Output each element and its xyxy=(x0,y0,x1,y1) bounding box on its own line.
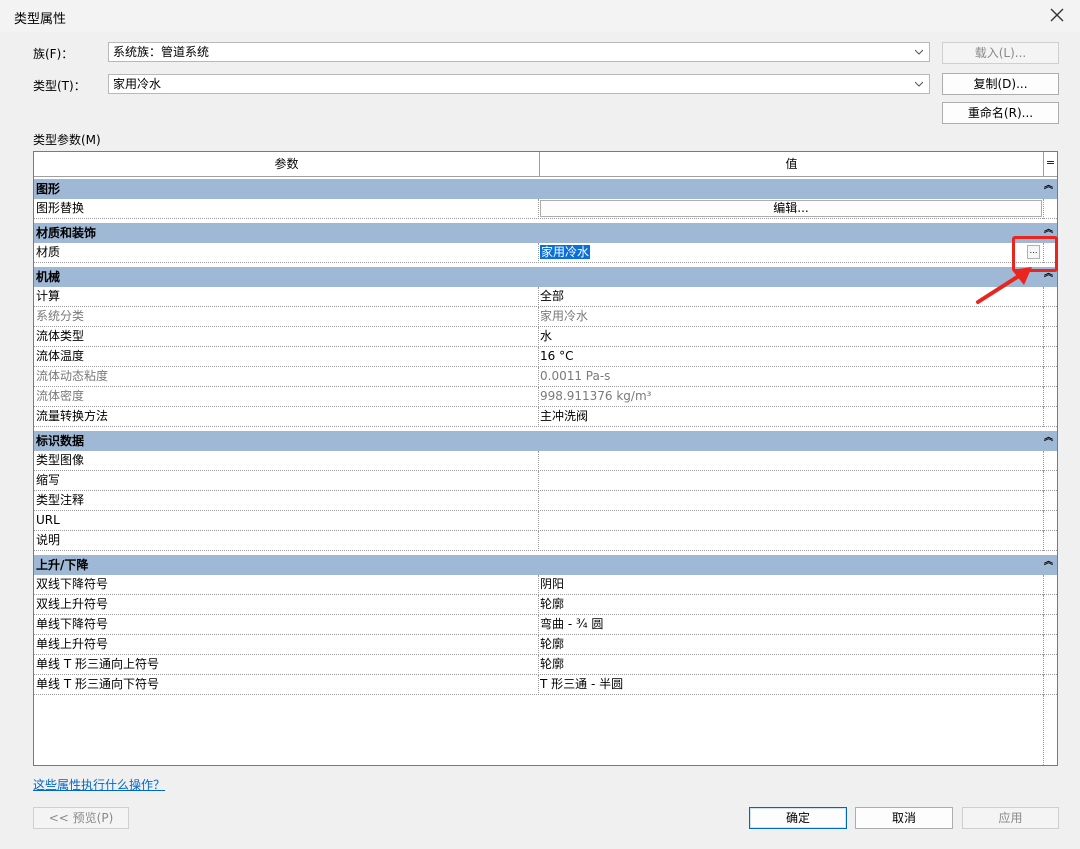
table-row[interactable]: 流量转换方法 主冲洗阀 xyxy=(34,407,1057,427)
apply-button[interactable]: 应用 xyxy=(962,807,1059,829)
param-value[interactable]: 轮廓 xyxy=(540,655,1010,674)
column-header-value[interactable]: 值 xyxy=(540,152,1044,176)
table-row[interactable]: URL xyxy=(34,511,1057,531)
red-arrow-annotation xyxy=(976,267,1032,304)
grid-separator xyxy=(1043,695,1044,765)
table-row[interactable]: 流体类型 水 xyxy=(34,327,1057,347)
group-graphics[interactable]: 图形 ︽ xyxy=(34,179,1057,199)
param-value[interactable]: 全部 xyxy=(540,287,1010,306)
collapse-icon[interactable]: ︽ xyxy=(1044,428,1053,448)
group-title: 图形 xyxy=(36,182,61,196)
group-title: 材质和装饰 xyxy=(36,226,97,240)
group-title: 机械 xyxy=(36,270,61,284)
table-row: 材质 家用冷水 … xyxy=(34,243,1057,263)
param-value: 家用冷水 xyxy=(540,309,589,323)
param-name: 系统分类 xyxy=(36,309,85,323)
edit-button[interactable]: 编辑... xyxy=(540,200,1042,217)
chevron-down-icon xyxy=(915,49,923,55)
param-name: 单线 T 形三通向上符号 xyxy=(36,657,159,671)
close-button[interactable] xyxy=(1046,4,1068,26)
parameter-grid: 参数 值 = 图形 ︽ 图形替换 编辑... 材质和装饰 ︽ 材质 家用冷水 …… xyxy=(33,151,1058,766)
column-header-parameter[interactable]: 参数 xyxy=(34,152,540,176)
family-label: 族(F)： xyxy=(33,47,74,61)
param-name: URL xyxy=(36,513,60,527)
param-value[interactable]: 阴阳 xyxy=(540,575,1010,594)
load-button[interactable]: 载入(L)... xyxy=(942,42,1059,64)
family-value: 系统族：管道系统 xyxy=(113,45,210,59)
type-label: 类型(T)： xyxy=(33,79,86,93)
param-name: 流体动态粘度 xyxy=(36,369,109,383)
table-row[interactable]: 缩写 xyxy=(34,471,1057,491)
param-value[interactable]: 水 xyxy=(540,327,1010,346)
grid-header: 参数 值 = xyxy=(34,152,1057,177)
param-value[interactable]: 轮廓 xyxy=(540,595,1010,614)
param-name: 计算 xyxy=(36,289,61,303)
close-icon xyxy=(1050,8,1064,22)
group-identity-data[interactable]: 标识数据 ︽ xyxy=(34,431,1057,451)
param-name: 类型图像 xyxy=(36,453,85,467)
collapse-icon[interactable]: ︽ xyxy=(1044,552,1053,572)
param-name: 缩写 xyxy=(36,473,61,487)
material-selected-value[interactable]: 家用冷水 xyxy=(540,245,591,259)
param-value[interactable]: 主冲洗阀 xyxy=(540,407,1010,426)
cancel-button[interactable]: 取消 xyxy=(855,807,953,829)
type-value: 家用冷水 xyxy=(113,77,162,91)
param-name: 类型注释 xyxy=(36,493,85,507)
param-name: 双线下降符号 xyxy=(36,577,109,591)
type-combo[interactable]: 家用冷水 xyxy=(108,74,930,94)
param-name: 流体密度 xyxy=(36,389,85,403)
param-value[interactable]: 弯曲 - ¾ 圆 xyxy=(540,615,1010,634)
param-name: 单线下降符号 xyxy=(36,617,109,631)
table-row[interactable]: 说明 xyxy=(34,531,1057,551)
table-row[interactable]: 单线上升符号 轮廓 xyxy=(34,635,1057,655)
type-parameters-label: 类型参数(M) xyxy=(33,133,101,147)
param-name: 材质 xyxy=(36,245,61,259)
table-row[interactable]: 计算 全部 xyxy=(34,287,1057,307)
param-name: 单线 T 形三通向下符号 xyxy=(36,677,159,691)
param-name: 说明 xyxy=(36,533,61,547)
preview-button[interactable]: << 预览(P) xyxy=(33,807,129,829)
rename-button[interactable]: 重命名(R)... xyxy=(942,102,1059,124)
group-materials[interactable]: 材质和装饰 ︽ xyxy=(34,223,1057,243)
column-header-extra[interactable]: = xyxy=(1044,152,1057,176)
table-row[interactable]: 双线上升符号 轮廓 xyxy=(34,595,1057,615)
table-row[interactable]: 流体温度 16 °C xyxy=(34,347,1057,367)
group-title: 标识数据 xyxy=(36,434,85,448)
param-value[interactable]: T 形三通 - 半圆 xyxy=(540,675,1010,694)
param-name: 流体温度 xyxy=(36,349,85,363)
family-combo[interactable]: 系统族：管道系统 xyxy=(108,42,930,62)
table-row: 图形替换 编辑... xyxy=(34,199,1057,219)
param-name: 流体类型 xyxy=(36,329,85,343)
table-row: 流体动态粘度 0.0011 Pa-s xyxy=(34,367,1057,387)
ok-button[interactable]: 确定 xyxy=(749,807,847,829)
collapse-icon[interactable]: ︽ xyxy=(1044,176,1053,196)
table-row[interactable]: 类型注释 xyxy=(34,491,1057,511)
param-value: 0.0011 Pa-s xyxy=(540,369,611,383)
param-name: 双线上升符号 xyxy=(36,597,109,611)
param-value[interactable]: 轮廓 xyxy=(540,635,1010,654)
table-row[interactable]: 单线 T 形三通向上符号 轮廓 xyxy=(34,655,1057,675)
group-rise-drop[interactable]: 上升/下降 ︽ xyxy=(34,555,1057,575)
table-row: 流体密度 998.911376 kg/m³ xyxy=(34,387,1057,407)
window-title: 类型属性 xyxy=(14,12,67,27)
param-value[interactable]: 家用冷水 xyxy=(540,243,1010,262)
param-name: 单线上升符号 xyxy=(36,637,109,651)
param-name: 图形替换 xyxy=(36,201,85,215)
duplicate-button[interactable]: 复制(D)... xyxy=(942,73,1059,95)
group-title: 上升/下降 xyxy=(36,558,89,572)
table-row[interactable]: 双线下降符号 阴阳 xyxy=(34,575,1057,595)
table-row[interactable]: 单线下降符号 弯曲 - ¾ 圆 xyxy=(34,615,1057,635)
param-name: 流量转换方法 xyxy=(36,409,109,423)
chevron-down-icon xyxy=(915,81,923,87)
param-value[interactable]: 16 °C xyxy=(540,347,1010,366)
param-value: 998.911376 kg/m³ xyxy=(540,389,652,403)
table-row[interactable]: 类型图像 xyxy=(34,451,1057,471)
table-row[interactable]: 单线 T 形三通向下符号 T 形三通 - 半圆 xyxy=(34,675,1057,695)
help-link[interactable]: 这些属性执行什么操作？ xyxy=(33,776,165,793)
title-bar xyxy=(0,0,1080,32)
table-row: 系统分类 家用冷水 xyxy=(34,307,1057,327)
group-mechanical[interactable]: 机械 ︽ xyxy=(34,267,1057,287)
